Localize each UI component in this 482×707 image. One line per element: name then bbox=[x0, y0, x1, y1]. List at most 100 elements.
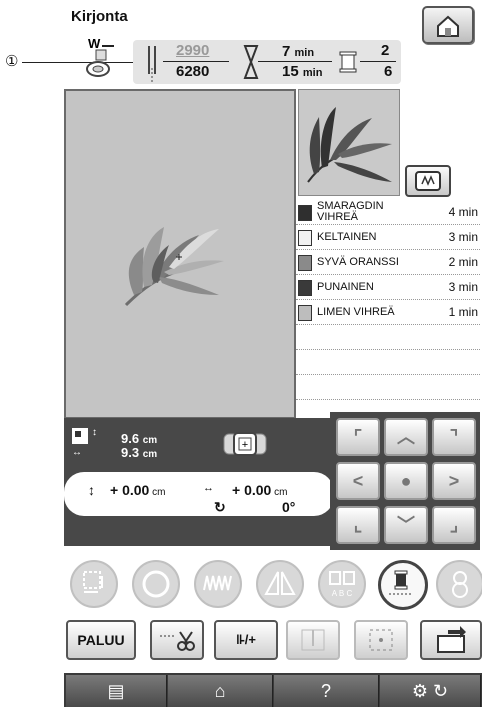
color-name: LIMEN VIHREÄ bbox=[317, 306, 395, 318]
settings-button[interactable]: ⚙ ↻ bbox=[380, 675, 481, 707]
manual-button[interactable]: ▤ bbox=[66, 675, 167, 707]
chevron-left-icon: < bbox=[352, 471, 364, 491]
current-stitch-count: 2990 bbox=[176, 42, 210, 59]
hourglass-icon bbox=[243, 44, 259, 85]
thread-color-list[interactable]: SMARAGDIN VIHREÄ 4 min KELTAINEN 3 min S… bbox=[296, 200, 480, 400]
repeat-button[interactable] bbox=[436, 560, 482, 608]
frame-display-button[interactable] bbox=[405, 165, 451, 197]
list-item[interactable]: PUNAINEN 3 min bbox=[296, 275, 480, 300]
color-time: 3 min bbox=[448, 280, 478, 294]
needle-icon bbox=[143, 44, 163, 89]
embroidery-frame-icon bbox=[415, 171, 441, 191]
memory-button[interactable] bbox=[420, 620, 482, 660]
design-preview bbox=[298, 89, 400, 196]
color-name: KELTAINEN bbox=[317, 231, 377, 243]
list-item-empty bbox=[296, 375, 480, 400]
density-button[interactable] bbox=[194, 560, 242, 608]
move-up-left-button[interactable]: ⌜ bbox=[336, 418, 380, 456]
machine-view-button[interactable]: ⌂ bbox=[168, 675, 273, 707]
bottom-navigation-bar: ▤ ⌂ ? ⚙ ↻ bbox=[64, 673, 482, 707]
thread-spool-icon bbox=[389, 570, 413, 595]
needle-down-icon bbox=[301, 629, 325, 651]
color-name: SMARAGDIN VIHREÄ bbox=[317, 200, 384, 223]
list-item[interactable]: KELTAINEN 3 min bbox=[296, 225, 480, 250]
svg-text:A B C: A B C bbox=[332, 589, 353, 598]
thread-tension-button[interactable]: ‖-/+ bbox=[214, 620, 278, 660]
embroidery-frame-display[interactable] bbox=[64, 89, 296, 419]
layout-toggle-button[interactable]: + bbox=[222, 431, 268, 457]
fraction-line bbox=[258, 61, 332, 62]
color-name: PUNAINEN bbox=[317, 281, 374, 293]
color-swatch bbox=[298, 305, 312, 321]
chevron-down-icon: ﹀ bbox=[397, 515, 415, 535]
density-icon bbox=[203, 575, 232, 591]
move-up-button[interactable]: ︿ bbox=[384, 418, 428, 456]
color-swatch bbox=[298, 280, 312, 296]
embroidery-design-image bbox=[124, 227, 224, 307]
list-item-empty bbox=[296, 325, 480, 350]
trace-icon bbox=[369, 629, 393, 651]
design-width: 9.6 cm bbox=[121, 431, 158, 446]
color-time: 2 min bbox=[448, 255, 478, 269]
move-right-button[interactable]: > bbox=[432, 462, 476, 500]
stitch-forward-button[interactable] bbox=[286, 620, 340, 660]
color-time: 1 min bbox=[448, 305, 478, 319]
list-item-empty bbox=[296, 350, 480, 375]
design-size-icon bbox=[72, 428, 88, 444]
list-item[interactable]: SMARAGDIN VIHREÄ 4 min bbox=[296, 200, 480, 225]
scissors-icon bbox=[160, 631, 195, 651]
corner-down-left-icon: ⌞ bbox=[353, 515, 363, 535]
move-left-button[interactable]: < bbox=[336, 462, 380, 500]
color-swatch bbox=[298, 230, 312, 246]
move-down-left-button[interactable]: ⌞ bbox=[336, 506, 380, 544]
page-title: Kirjonta bbox=[71, 8, 128, 25]
rotate-icon: ↻ bbox=[214, 499, 226, 515]
current-time: 7 min bbox=[282, 43, 315, 60]
edit-function-bar: A B C bbox=[64, 560, 482, 610]
move-up-right-button[interactable]: ⌝ bbox=[432, 418, 476, 456]
home-button[interactable] bbox=[422, 6, 474, 44]
vertical-move-icon: ↕ bbox=[88, 482, 95, 498]
move-down-right-button[interactable]: ⌟ bbox=[432, 506, 476, 544]
total-time: 15 min bbox=[282, 63, 323, 80]
color-time: 4 min bbox=[448, 205, 478, 219]
callout-number: ① bbox=[5, 53, 19, 70]
thread-color-button[interactable] bbox=[378, 560, 428, 610]
thread-spool-icon bbox=[338, 50, 358, 79]
split-frame-icon: + bbox=[223, 432, 267, 456]
color-name: SYVÄ ORANSSI bbox=[317, 256, 399, 268]
trial-button[interactable] bbox=[354, 620, 408, 660]
list-item[interactable]: LIMEN VIHREÄ 1 min bbox=[296, 300, 480, 325]
svg-text:+: + bbox=[242, 439, 248, 451]
mirror-button[interactable] bbox=[256, 560, 304, 608]
list-item[interactable]: SYVÄ ORANSSI 2 min bbox=[296, 250, 480, 275]
fraction-line bbox=[360, 61, 396, 62]
thread-cut-button[interactable] bbox=[150, 620, 204, 660]
corner-down-right-icon: ⌟ bbox=[449, 515, 459, 535]
move-down-button[interactable]: ﹀ bbox=[384, 506, 428, 544]
resize-button[interactable] bbox=[70, 560, 118, 608]
current-color-number: 2 bbox=[381, 42, 390, 59]
width-arrow-icon: ↔ bbox=[72, 447, 82, 458]
presser-foot-label: W bbox=[88, 36, 101, 51]
mirror-icon bbox=[264, 571, 296, 595]
design-height: 9.3 cm bbox=[121, 445, 158, 460]
rotate-button[interactable] bbox=[132, 560, 180, 608]
chevron-right-icon: > bbox=[448, 471, 460, 491]
center-dot-icon: ● bbox=[400, 471, 412, 491]
help-button[interactable]: ? bbox=[274, 675, 379, 707]
help-icon: ? bbox=[320, 681, 331, 701]
action-bar: PALUU ‖-/+ bbox=[64, 620, 482, 664]
horizontal-offset: + 0.00 cm bbox=[232, 482, 288, 498]
sewing-progress-panel bbox=[133, 40, 401, 84]
color-sort-button[interactable]: A B C bbox=[318, 560, 366, 608]
horizontal-move-icon: ↔ bbox=[203, 482, 214, 494]
design-preview-image bbox=[307, 107, 392, 183]
figure-eight-icon bbox=[452, 571, 468, 598]
height-arrow-icon: ↕ bbox=[92, 427, 97, 438]
sewing-machine-icon: ⌂ bbox=[214, 681, 226, 701]
back-button[interactable]: PALUU bbox=[66, 620, 136, 660]
color-swatch bbox=[298, 255, 312, 271]
presser-foot-icon: W bbox=[84, 36, 132, 89]
center-button[interactable]: ● bbox=[384, 462, 428, 500]
